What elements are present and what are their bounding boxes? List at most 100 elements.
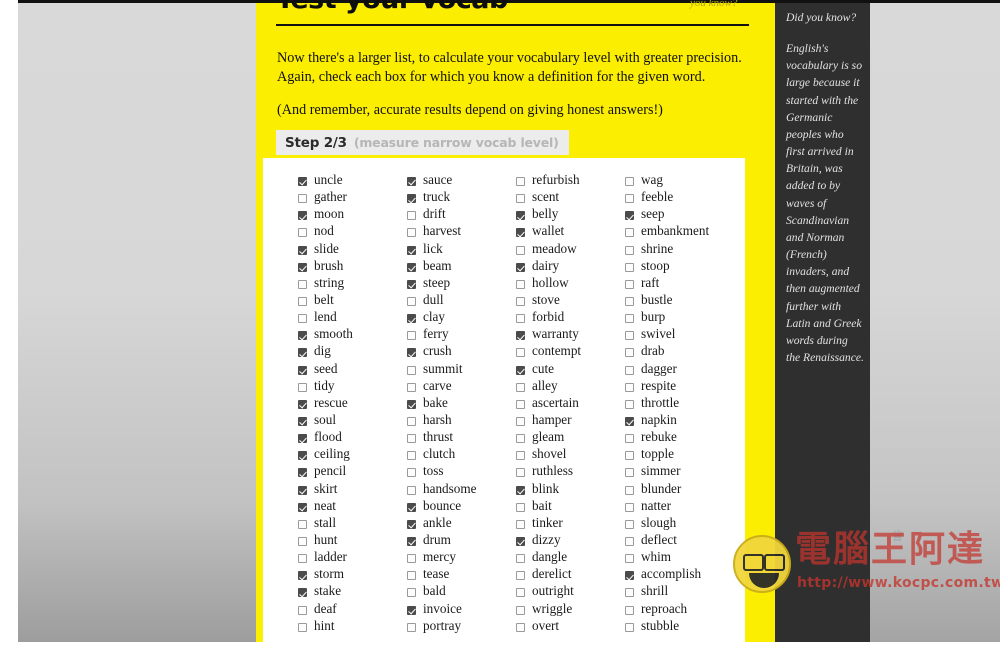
word-checkbox-row[interactable]: stake bbox=[298, 584, 407, 601]
checkbox-unchecked-icon[interactable] bbox=[516, 382, 525, 392]
checkbox-unchecked-icon[interactable] bbox=[625, 485, 634, 495]
checkbox-unchecked-icon[interactable] bbox=[516, 434, 525, 444]
checkbox-unchecked-icon[interactable] bbox=[625, 177, 634, 187]
word-checkbox-row[interactable]: nod bbox=[298, 224, 407, 241]
word-checkbox-row[interactable]: forbid bbox=[516, 310, 625, 327]
word-checkbox-row[interactable]: soul bbox=[298, 413, 407, 430]
word-checkbox-row[interactable]: swivel bbox=[625, 327, 745, 344]
word-checkbox-row[interactable]: rebuke bbox=[625, 430, 745, 447]
checkbox-unchecked-icon[interactable] bbox=[516, 519, 525, 529]
word-checkbox-row[interactable]: wriggle bbox=[516, 601, 625, 619]
word-checkbox-row[interactable]: respite bbox=[625, 378, 745, 396]
word-checkbox-row[interactable]: blink bbox=[516, 481, 625, 499]
checkbox-unchecked-icon[interactable] bbox=[625, 331, 634, 341]
word-checkbox-row[interactable]: natter bbox=[625, 498, 745, 516]
checkbox-unchecked-icon[interactable] bbox=[625, 245, 634, 255]
word-checkbox-row[interactable]: wag bbox=[625, 173, 745, 190]
word-checkbox-row[interactable]: dagger bbox=[625, 361, 745, 379]
word-checkbox-row[interactable]: gleam bbox=[516, 430, 625, 447]
word-checkbox-row[interactable]: refurbish bbox=[516, 173, 625, 190]
checkbox-checked-icon[interactable] bbox=[298, 211, 307, 221]
word-checkbox-row[interactable]: warranty bbox=[516, 327, 625, 344]
word-checkbox-row[interactable]: summit bbox=[407, 361, 516, 379]
word-checkbox-row[interactable]: ascertain bbox=[516, 396, 625, 413]
checkbox-unchecked-icon[interactable] bbox=[407, 588, 416, 598]
checkbox-unchecked-icon[interactable] bbox=[625, 468, 634, 478]
checkbox-unchecked-icon[interactable] bbox=[516, 399, 525, 409]
word-checkbox-row[interactable]: bake bbox=[407, 396, 516, 413]
checkbox-unchecked-icon[interactable] bbox=[407, 382, 416, 392]
checkbox-unchecked-icon[interactable] bbox=[298, 554, 307, 564]
word-checkbox-row[interactable]: slough bbox=[625, 516, 745, 533]
word-checkbox-row[interactable]: shovel bbox=[516, 447, 625, 464]
word-checkbox-row[interactable]: outright bbox=[516, 584, 625, 601]
checkbox-checked-icon[interactable] bbox=[298, 417, 307, 427]
word-checkbox-row[interactable]: smooth bbox=[298, 327, 407, 344]
checkbox-checked-icon[interactable] bbox=[298, 571, 307, 581]
checkbox-unchecked-icon[interactable] bbox=[625, 279, 634, 289]
checkbox-unchecked-icon[interactable] bbox=[516, 177, 525, 187]
word-checkbox-row[interactable]: sauce bbox=[407, 173, 516, 190]
word-checkbox-row[interactable]: seep bbox=[625, 207, 745, 224]
word-checkbox-row[interactable]: stubble bbox=[625, 618, 745, 636]
checkbox-unchecked-icon[interactable] bbox=[516, 417, 525, 427]
word-checkbox-row[interactable]: gather bbox=[298, 190, 407, 207]
checkbox-unchecked-icon[interactable] bbox=[516, 314, 525, 324]
checkbox-unchecked-icon[interactable] bbox=[298, 622, 307, 632]
checkbox-unchecked-icon[interactable] bbox=[625, 348, 634, 358]
checkbox-checked-icon[interactable] bbox=[407, 519, 416, 529]
word-checkbox-row[interactable]: contempt bbox=[516, 344, 625, 361]
word-checkbox-row[interactable]: lend bbox=[298, 310, 407, 327]
checkbox-unchecked-icon[interactable] bbox=[516, 554, 525, 564]
checkbox-unchecked-icon[interactable] bbox=[516, 622, 525, 632]
word-checkbox-row[interactable]: wallet bbox=[516, 224, 625, 241]
checkbox-unchecked-icon[interactable] bbox=[407, 622, 416, 632]
checkbox-checked-icon[interactable] bbox=[407, 279, 416, 289]
word-checkbox-row[interactable]: embankment bbox=[625, 224, 745, 241]
word-checkbox-row[interactable]: stove bbox=[516, 293, 625, 310]
word-checkbox-row[interactable]: hunt bbox=[298, 533, 407, 550]
checkbox-checked-icon[interactable] bbox=[407, 262, 416, 272]
checkbox-unchecked-icon[interactable] bbox=[407, 417, 416, 427]
word-checkbox-row[interactable]: throttle bbox=[625, 396, 745, 413]
word-checkbox-row[interactable]: shrill bbox=[625, 584, 745, 601]
checkbox-checked-icon[interactable] bbox=[298, 365, 307, 375]
word-checkbox-row[interactable]: raft bbox=[625, 276, 745, 293]
checkbox-unchecked-icon[interactable] bbox=[407, 554, 416, 564]
checkbox-unchecked-icon[interactable] bbox=[516, 194, 525, 204]
word-checkbox-row[interactable]: scent bbox=[516, 190, 625, 207]
checkbox-checked-icon[interactable] bbox=[298, 399, 307, 409]
checkbox-checked-icon[interactable] bbox=[407, 348, 416, 358]
word-checkbox-row[interactable]: dangle bbox=[516, 550, 625, 567]
word-checkbox-row[interactable]: tinker bbox=[516, 516, 625, 533]
word-checkbox-row[interactable]: stoop bbox=[625, 259, 745, 276]
checkbox-unchecked-icon[interactable] bbox=[625, 365, 634, 375]
word-checkbox-row[interactable]: harsh bbox=[407, 413, 516, 430]
word-checkbox-row[interactable]: dull bbox=[407, 293, 516, 310]
word-checkbox-row[interactable]: ruthless bbox=[516, 464, 625, 481]
checkbox-checked-icon[interactable] bbox=[298, 588, 307, 598]
word-checkbox-row[interactable]: belly bbox=[516, 207, 625, 224]
checkbox-unchecked-icon[interactable] bbox=[298, 228, 307, 238]
checkbox-unchecked-icon[interactable] bbox=[625, 194, 634, 204]
checkbox-checked-icon[interactable] bbox=[407, 605, 416, 615]
checkbox-checked-icon[interactable] bbox=[298, 434, 307, 444]
checkbox-checked-icon[interactable] bbox=[298, 468, 307, 478]
checkbox-unchecked-icon[interactable] bbox=[625, 434, 634, 444]
checkbox-unchecked-icon[interactable] bbox=[516, 279, 525, 289]
word-checkbox-row[interactable]: drum bbox=[407, 533, 516, 550]
checkbox-unchecked-icon[interactable] bbox=[516, 571, 525, 581]
word-checkbox-row[interactable]: deaf bbox=[298, 601, 407, 619]
checkbox-unchecked-icon[interactable] bbox=[407, 468, 416, 478]
checkbox-checked-icon[interactable] bbox=[298, 485, 307, 495]
word-checkbox-row[interactable]: derelict bbox=[516, 567, 625, 584]
checkbox-unchecked-icon[interactable] bbox=[625, 451, 634, 461]
word-checkbox-row[interactable]: rescue bbox=[298, 396, 407, 413]
word-checkbox-row[interactable]: truck bbox=[407, 190, 516, 207]
checkbox-checked-icon[interactable] bbox=[516, 211, 525, 221]
word-checkbox-row[interactable]: seed bbox=[298, 361, 407, 379]
word-checkbox-row[interactable]: cute bbox=[516, 361, 625, 379]
word-checkbox-row[interactable]: feeble bbox=[625, 190, 745, 207]
word-checkbox-row[interactable]: napkin bbox=[625, 413, 745, 430]
word-checkbox-row[interactable]: blunder bbox=[625, 481, 745, 499]
